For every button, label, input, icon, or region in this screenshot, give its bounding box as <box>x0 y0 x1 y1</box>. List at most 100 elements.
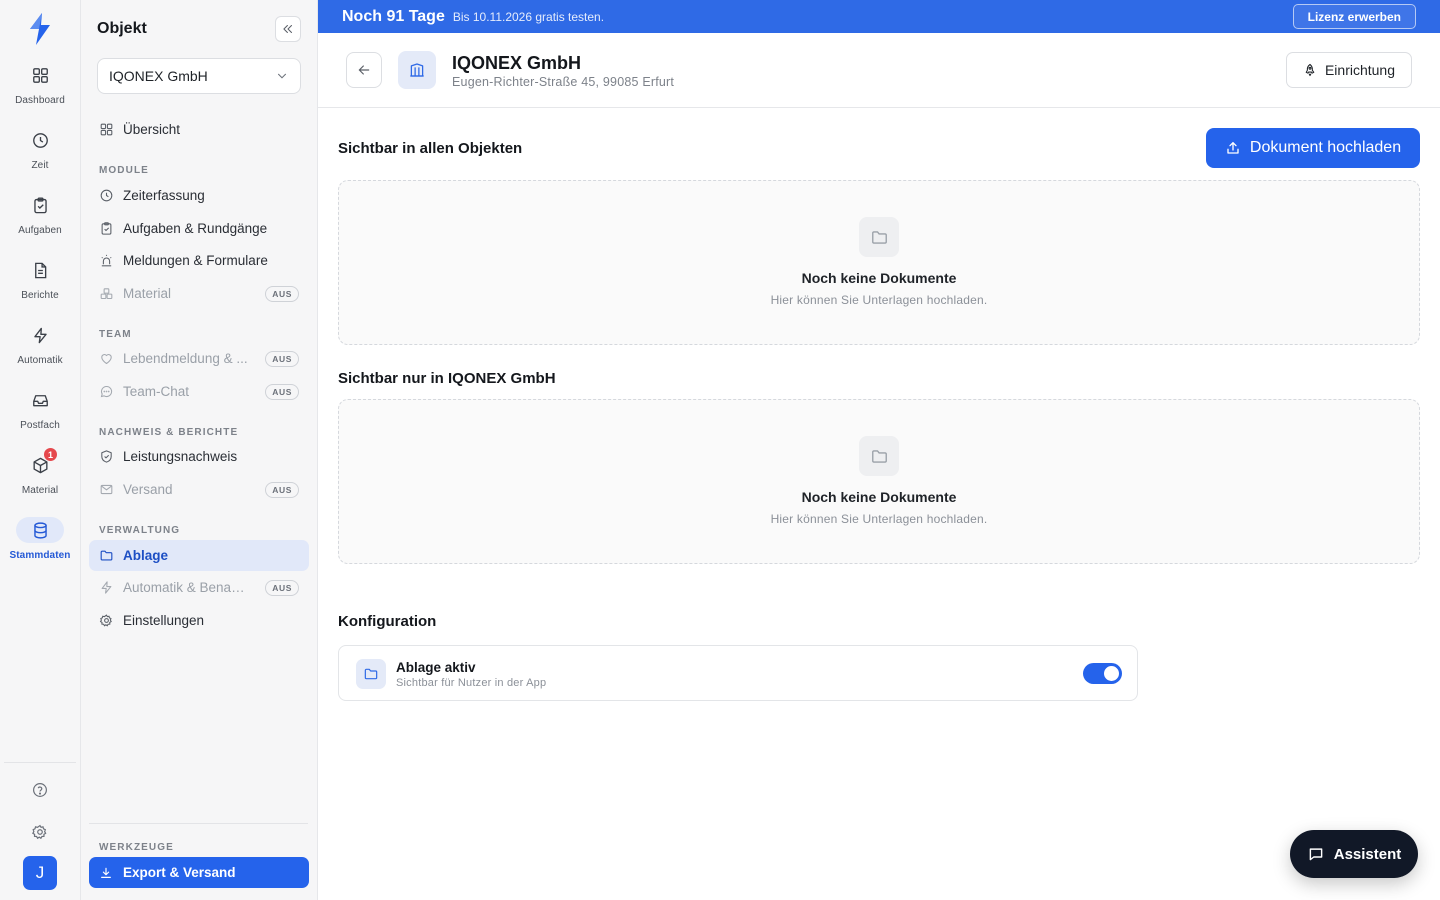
settings-button[interactable] <box>26 818 54 846</box>
trial-end-date: Bis 10.11.2026 gratis testen. <box>452 9 605 24</box>
lightning-icon <box>16 322 64 348</box>
status-badge-aus: AUS <box>265 350 299 367</box>
assistant-label: Assistent <box>1333 845 1402 863</box>
section-label-verwaltung: VERWALTUNG <box>99 525 181 536</box>
sidebar-item-aufgaben[interactable]: Aufgaben & Rundgänge <box>89 213 309 244</box>
rail-item-aufgaben[interactable]: Aufgaben <box>0 192 80 248</box>
ablage-active-toggle[interactable] <box>1083 663 1122 684</box>
back-button[interactable] <box>346 52 382 88</box>
shield-check-icon <box>101 450 112 463</box>
section-label-team: TEAM <box>99 329 132 340</box>
rail-item-postfach[interactable]: Postfach <box>0 387 80 443</box>
upload-document-button[interactable]: Dokument hochladen <box>1206 128 1420 168</box>
rail-item-dashboard[interactable]: Dashboard <box>0 62 80 118</box>
rail-label: Aufgaben <box>18 225 62 236</box>
heart-icon <box>101 354 112 365</box>
assistant-button[interactable]: Assistent <box>1290 830 1418 878</box>
sidebar-item-label: Material <box>123 286 172 301</box>
section-title-configuration: Konfiguration <box>338 613 437 630</box>
sidebar-item-uebersicht[interactable]: Übersicht <box>89 114 309 145</box>
sidebar-item-ablage[interactable]: Ablage <box>89 540 309 571</box>
download-icon <box>101 867 111 878</box>
rail-item-stammdaten[interactable]: Stammdaten <box>0 517 80 573</box>
status-badge-aus: AUS <box>265 579 299 596</box>
object-sidebar: Objekt IQONEX GmbH Übersicht MODULE Zeit… <box>81 0 318 900</box>
chat-bubble-icon <box>100 385 113 398</box>
rail-item-automatik[interactable]: Automatik <box>0 322 80 378</box>
gear-icon <box>32 824 47 840</box>
rocket-icon <box>1305 63 1315 77</box>
boxes-icon <box>100 288 113 300</box>
notification-badge: 1 <box>43 447 58 462</box>
rail-label: Zeit <box>31 160 49 171</box>
mail-icon <box>100 484 113 495</box>
sidebar-item-label: Ablage <box>123 548 169 563</box>
sidebar-item-label: Einstellungen <box>123 613 205 628</box>
sidebar-item-zeiterfassung[interactable]: Zeiterfassung <box>89 180 309 211</box>
object-address: Eugen-Richter-Straße 45, 99085 Erfurt <box>452 75 675 89</box>
status-badge-aus: AUS <box>265 481 299 498</box>
buy-license-button[interactable]: Lizenz erwerben <box>1292 4 1416 29</box>
object-header: IQONEX GmbH Eugen-Richter-Straße 45, 990… <box>318 33 1440 108</box>
document-dropzone-all[interactable]: Noch keine Dokumente Hier können Sie Unt… <box>338 180 1420 345</box>
folder-icon <box>356 659 386 689</box>
help-button[interactable] <box>26 776 54 804</box>
sidebar-item-label: Automatik & Benachrichtigungen <box>123 580 251 595</box>
trial-days-left: Noch 91 Tage <box>342 7 445 25</box>
rail-label: Material <box>21 485 59 496</box>
package-icon: 1 <box>16 447 64 478</box>
app-logo[interactable] <box>26 12 54 46</box>
building-icon <box>398 51 436 89</box>
sidebar-item-label: Lebendmeldung & ... <box>123 351 248 366</box>
object-title: IQONEX GmbH <box>452 53 582 73</box>
empty-state-title: Noch keine Dokumente <box>801 270 957 286</box>
config-subtitle: Sichtbar für Nutzer in der App <box>396 677 547 689</box>
export-versand-label: Export & Versand <box>123 865 236 880</box>
collapse-sidebar-button[interactable] <box>275 16 301 42</box>
inbox-icon <box>16 387 64 413</box>
grid-icon <box>100 123 113 136</box>
empty-state-subtitle: Hier können Sie Unterlagen hochladen. <box>770 293 988 307</box>
sidebar-item-leistungsnachweis[interactable]: Leistungsnachweis <box>89 441 309 472</box>
upload-document-label: Dokument hochladen <box>1249 139 1402 156</box>
ablage-config-card: Ablage aktiv Sichtbar für Nutzer in der … <box>338 645 1138 701</box>
section-title-this-object: Sichtbar nur in IQONEX GmbH <box>338 370 556 387</box>
sidebar-item-automatik[interactable]: Automatik & Benachrichtigungen AUS <box>89 572 309 603</box>
sidebar-item-label: Aufgaben & Rundgänge <box>123 221 268 236</box>
chevrons-left-icon <box>283 24 293 34</box>
clipboard-check-icon <box>101 222 112 235</box>
file-text-icon <box>16 257 64 283</box>
empty-state-subtitle: Hier können Sie Unterlagen hochladen. <box>770 512 988 526</box>
upload-icon <box>1227 142 1239 154</box>
sidebar-item-material[interactable]: Material AUS <box>89 278 309 309</box>
clock-icon <box>100 189 113 202</box>
lightning-icon <box>101 581 112 594</box>
gear-icon <box>99 614 112 627</box>
rail-item-berichte[interactable]: Berichte <box>0 257 80 313</box>
sidebar-item-lebendmeldung[interactable]: Lebendmeldung & ... AUS <box>89 343 309 374</box>
sidebar-item-versand[interactable]: Versand AUS <box>89 474 309 505</box>
user-avatar[interactable]: J <box>23 856 57 890</box>
rail-item-zeit[interactable]: Zeit <box>0 127 80 183</box>
rail-item-material[interactable]: 1 Material <box>0 447 80 508</box>
document-dropzone-object[interactable]: Noch keine Dokumente Hier können Sie Unt… <box>338 399 1420 564</box>
rail-label: Stammdaten <box>9 550 71 561</box>
status-badge-aus: AUS <box>265 383 299 400</box>
rail-label: Postfach <box>20 420 60 431</box>
sidebar-item-label: Versand <box>123 482 173 497</box>
empty-state-title: Noch keine Dokumente <box>801 489 957 505</box>
sidebar-item-einstellungen[interactable]: Einstellungen <box>89 605 309 636</box>
einrichtung-button[interactable]: Einrichtung <box>1285 52 1412 88</box>
sidebar-item-label: Leistungsnachweis <box>123 449 238 464</box>
sidebar-item-team-chat[interactable]: Team-Chat AUS <box>89 376 309 407</box>
export-versand-button[interactable]: Export & Versand <box>89 857 309 888</box>
object-select-value: IQONEX GmbH <box>109 68 208 84</box>
database-icon <box>16 517 64 543</box>
sidebar-item-label: Zeiterfassung <box>123 188 205 203</box>
sidebar-item-meldungen[interactable]: Meldungen & Formulare <box>89 245 309 276</box>
chevron-down-icon <box>277 73 287 79</box>
folder-icon <box>859 436 899 476</box>
dashboard-grid-icon <box>16 62 64 88</box>
object-select[interactable]: IQONEX GmbH <box>97 58 301 94</box>
trial-banner: Noch 91 Tage Bis 10.11.2026 gratis teste… <box>318 0 1440 33</box>
